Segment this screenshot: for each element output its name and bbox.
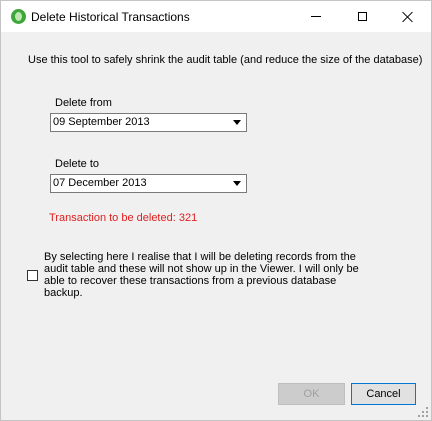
intro-text: Use this tool to safely shrink the audit… — [28, 54, 423, 66]
title-bar[interactable]: Delete Historical Transactions — [1, 1, 431, 32]
dialog-window: Delete Historical Transactions Use this … — [0, 0, 432, 421]
confirm-checkbox-label[interactable]: By selecting here I realise that I will … — [44, 251, 374, 299]
chevron-down-icon[interactable] — [229, 176, 245, 191]
app-icon — [11, 9, 26, 24]
maximize-icon — [357, 12, 367, 21]
window-title: Delete Historical Transactions — [31, 10, 190, 24]
close-icon — [402, 11, 414, 23]
resize-grip-icon[interactable] — [416, 405, 428, 417]
delete-from-dropdown[interactable]: 09 September 2013 — [50, 113, 247, 132]
chevron-down-icon[interactable] — [229, 115, 245, 130]
ok-button[interactable]: OK — [278, 383, 345, 405]
delete-to-label: Delete to — [55, 158, 100, 170]
delete-from-label: Delete from — [55, 97, 112, 109]
confirm-checkbox[interactable] — [27, 270, 38, 281]
delete-from-value: 09 September 2013 — [53, 116, 150, 128]
cancel-button[interactable]: Cancel — [351, 383, 416, 405]
transactions-count-message: Transaction to be deleted: 321 — [49, 212, 198, 224]
close-button[interactable] — [385, 1, 431, 32]
maximize-button[interactable] — [339, 1, 385, 32]
delete-to-value: 07 December 2013 — [53, 177, 147, 189]
delete-to-dropdown[interactable]: 07 December 2013 — [50, 174, 247, 193]
minimize-icon — [311, 16, 321, 17]
minimize-button[interactable] — [293, 1, 339, 32]
